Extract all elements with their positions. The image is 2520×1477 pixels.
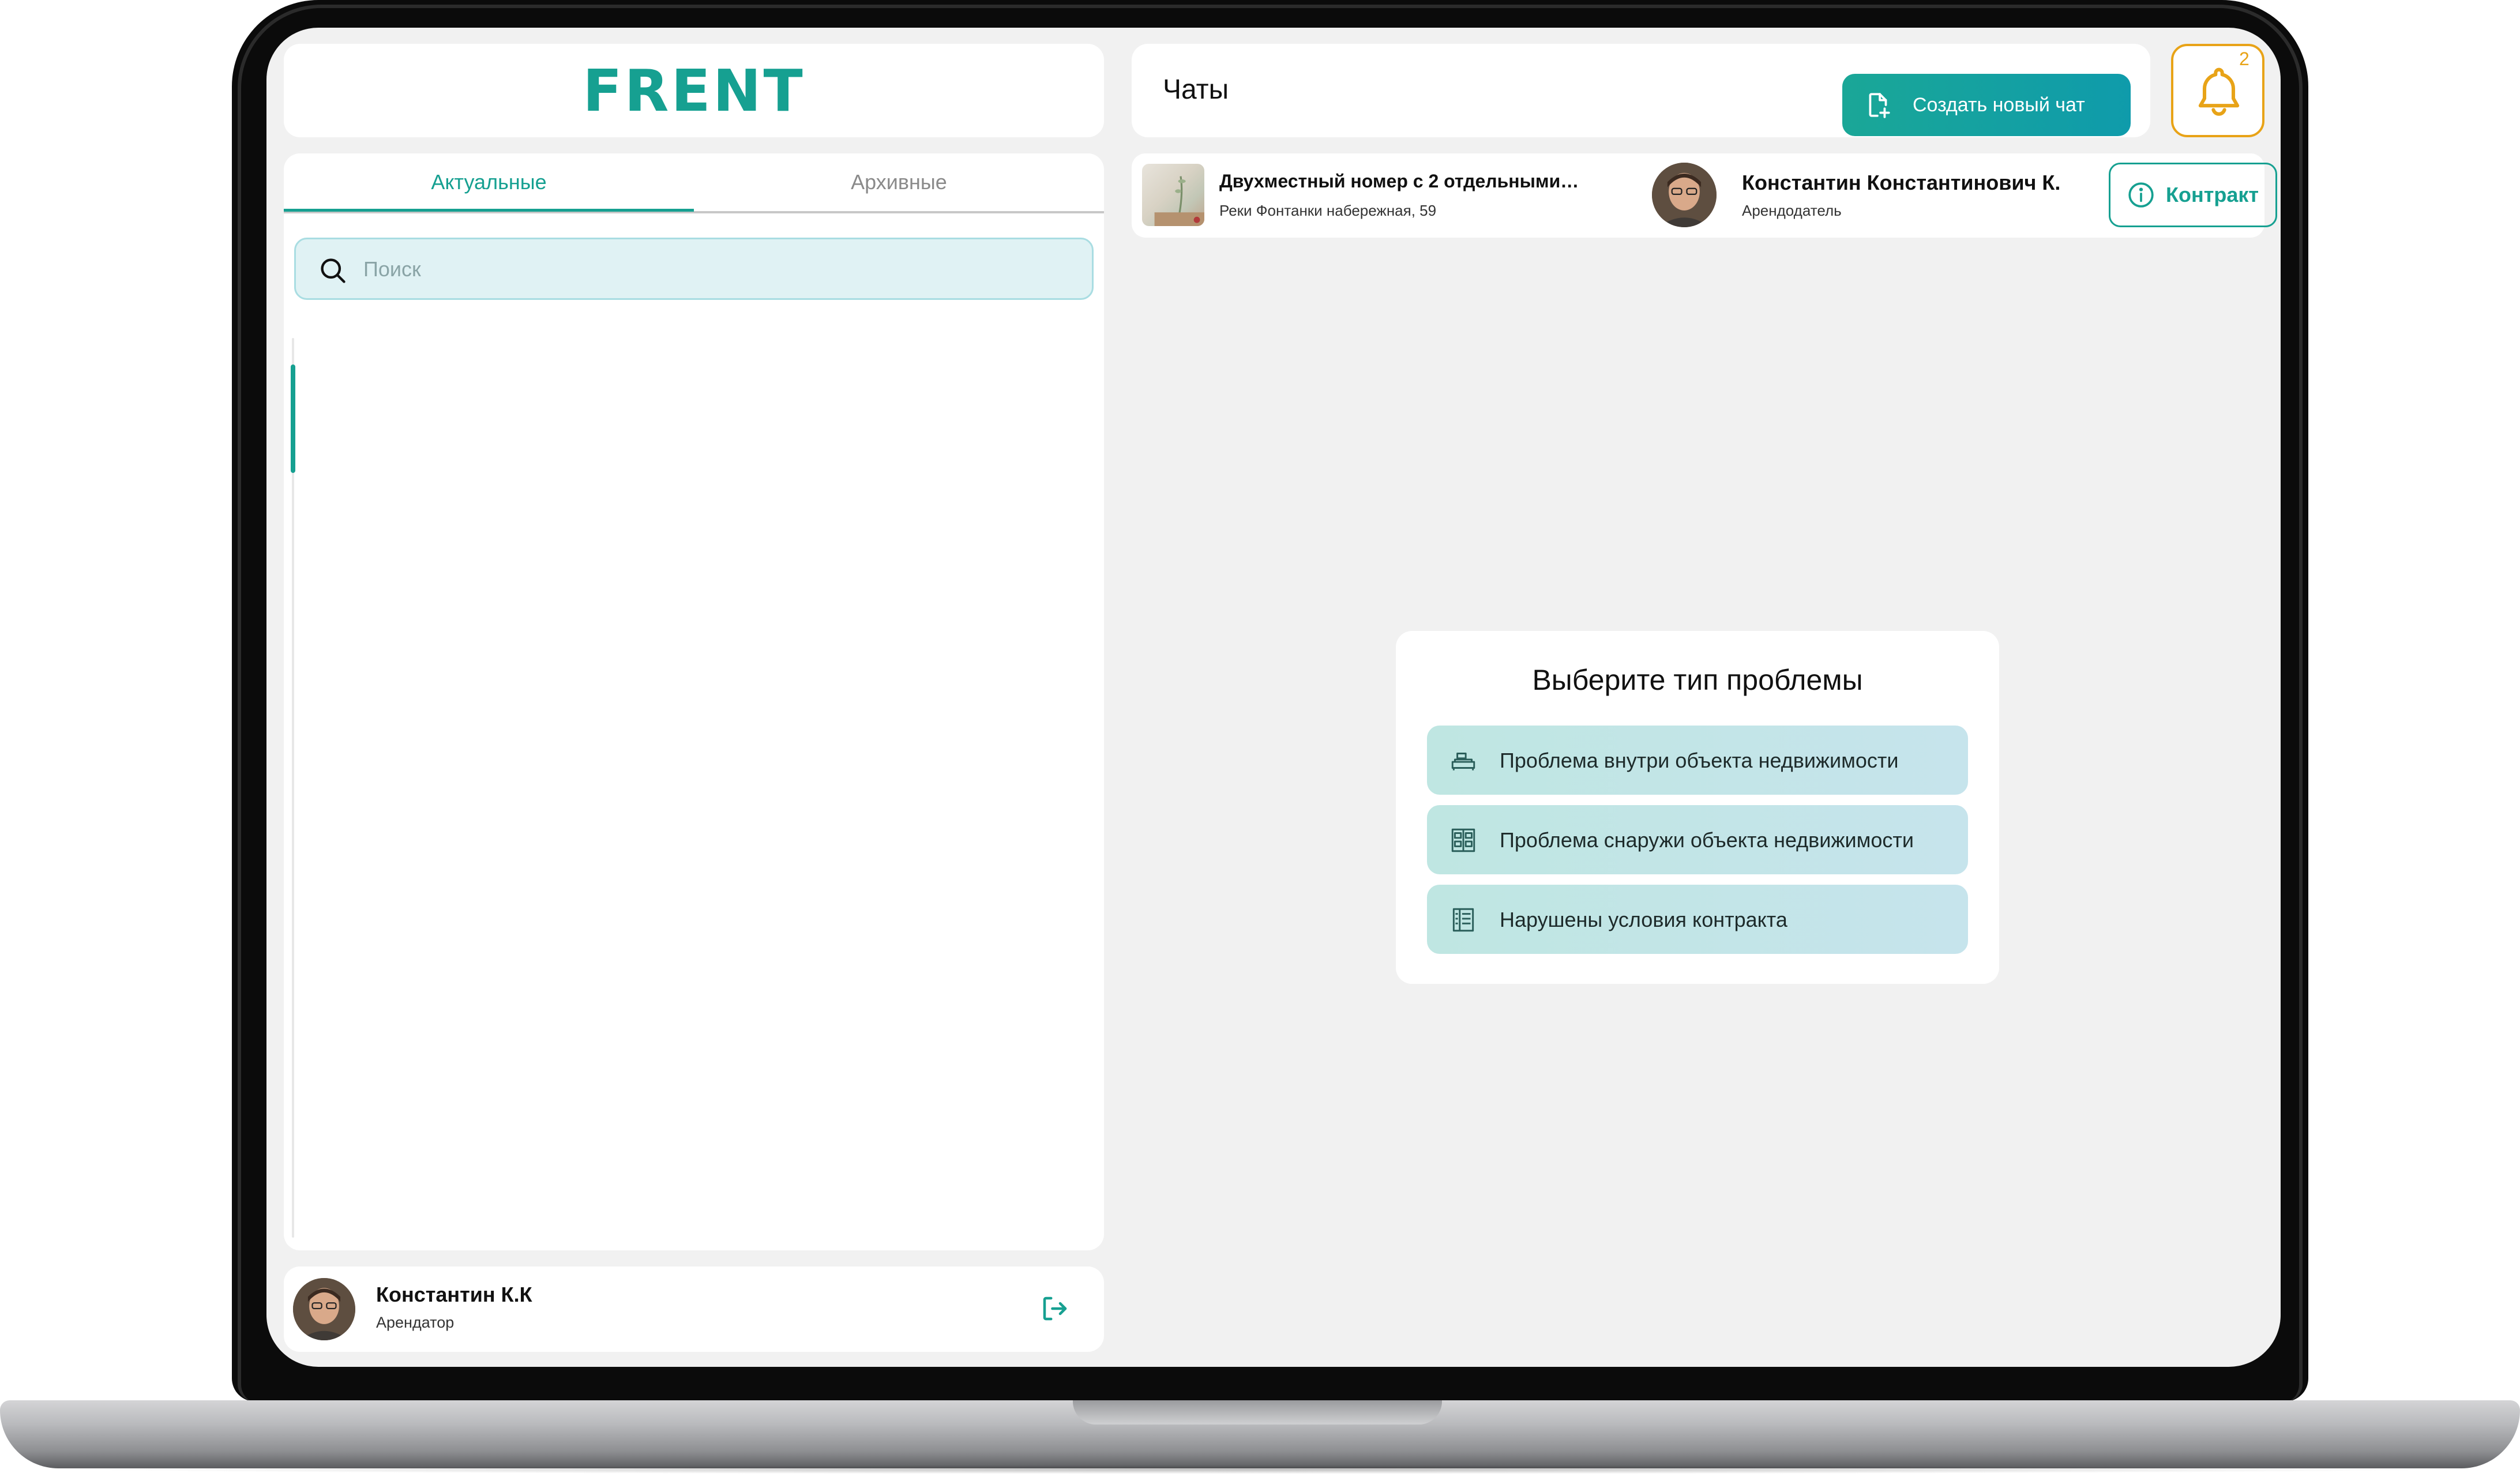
laptop-shadow (69, 1465, 2451, 1474)
building-icon (1451, 828, 1475, 852)
chat-tabs: Актуальные Архивные (284, 153, 1104, 213)
chat-list-panel: Актуальные Архивные (284, 153, 1104, 1250)
search-box[interactable] (294, 238, 1094, 300)
contract-label: Контракт (2166, 183, 2259, 206)
page-title: Чаты (1163, 74, 1229, 105)
property-address: Реки Фонтанки набережная, 59 (1219, 202, 1437, 219)
logo-panel: FRENT (284, 44, 1104, 137)
info-icon (2128, 182, 2154, 208)
app-screen: FRENT Актуальные Архивные Поиск Констант… (266, 28, 2281, 1367)
scrollbar-thumb[interactable] (291, 364, 295, 473)
tab-archived[interactable]: Архивные (694, 153, 1104, 211)
document-icon (1452, 908, 1474, 932)
logout-icon[interactable] (1039, 1293, 1071, 1324)
landlord-avatar (1652, 163, 1717, 227)
tab-current[interactable]: Актуальные (284, 153, 694, 211)
user-name: Константин К.К (376, 1283, 532, 1306)
avatar (293, 1278, 355, 1340)
search-input[interactable] (362, 239, 1080, 299)
problem-option-inside[interactable]: Проблема внутри объекта недвижимости (1427, 726, 1968, 795)
active-tab-indicator (284, 209, 694, 212)
problem-option-label: Нарушены условия контракта (1500, 908, 1787, 931)
bell-icon (2198, 67, 2240, 116)
sofa-icon (1451, 753, 1475, 771)
landlord-role: Арендодатель (1742, 202, 1842, 219)
new-chat-label: Создать новый чат (1913, 93, 2085, 116)
notification-count-badge: 2 (2239, 48, 2249, 69)
problem-option-contract[interactable]: Нарушены условия контракта (1427, 885, 1968, 954)
problem-option-label: Проблема внутри объекта недвижимости (1500, 749, 1899, 772)
new-document-icon (1869, 93, 1890, 118)
header-panel: Чаты Создать новый чат (1132, 44, 2150, 137)
chat-info-bar: Двухместный номер с 2 отдельными… Реки Ф… (1132, 153, 2277, 238)
logo: FRENT (583, 57, 805, 125)
notifications-button[interactable]: 2 (2171, 44, 2264, 137)
problem-option-label: Проблема снаружи объекта недвижимости (1500, 828, 1914, 852)
user-role: Арендатор (376, 1314, 455, 1331)
landlord-name: Константин Константинович К. (1742, 171, 2061, 194)
problem-type-title: Выберите тип проблемы (1532, 664, 1863, 696)
laptop-notch (1073, 1400, 1442, 1425)
problem-option-outside[interactable]: Проблема снаружи объекта недвижимости (1427, 805, 1968, 874)
new-chat-button[interactable]: Создать новый чат (1842, 74, 2131, 136)
search-icon (321, 258, 345, 283)
property-thumbnail (1142, 164, 1204, 226)
property-title: Двухместный номер с 2 отдельными… (1219, 171, 1579, 191)
scrollbar-track[interactable] (292, 338, 294, 1238)
current-user-panel: Константин К.К Арендатор (284, 1266, 1104, 1352)
contract-button[interactable]: Контракт (2109, 163, 2277, 227)
problem-type-card: Выберите тип проблемы Проблема внутри об… (1396, 631, 1999, 984)
